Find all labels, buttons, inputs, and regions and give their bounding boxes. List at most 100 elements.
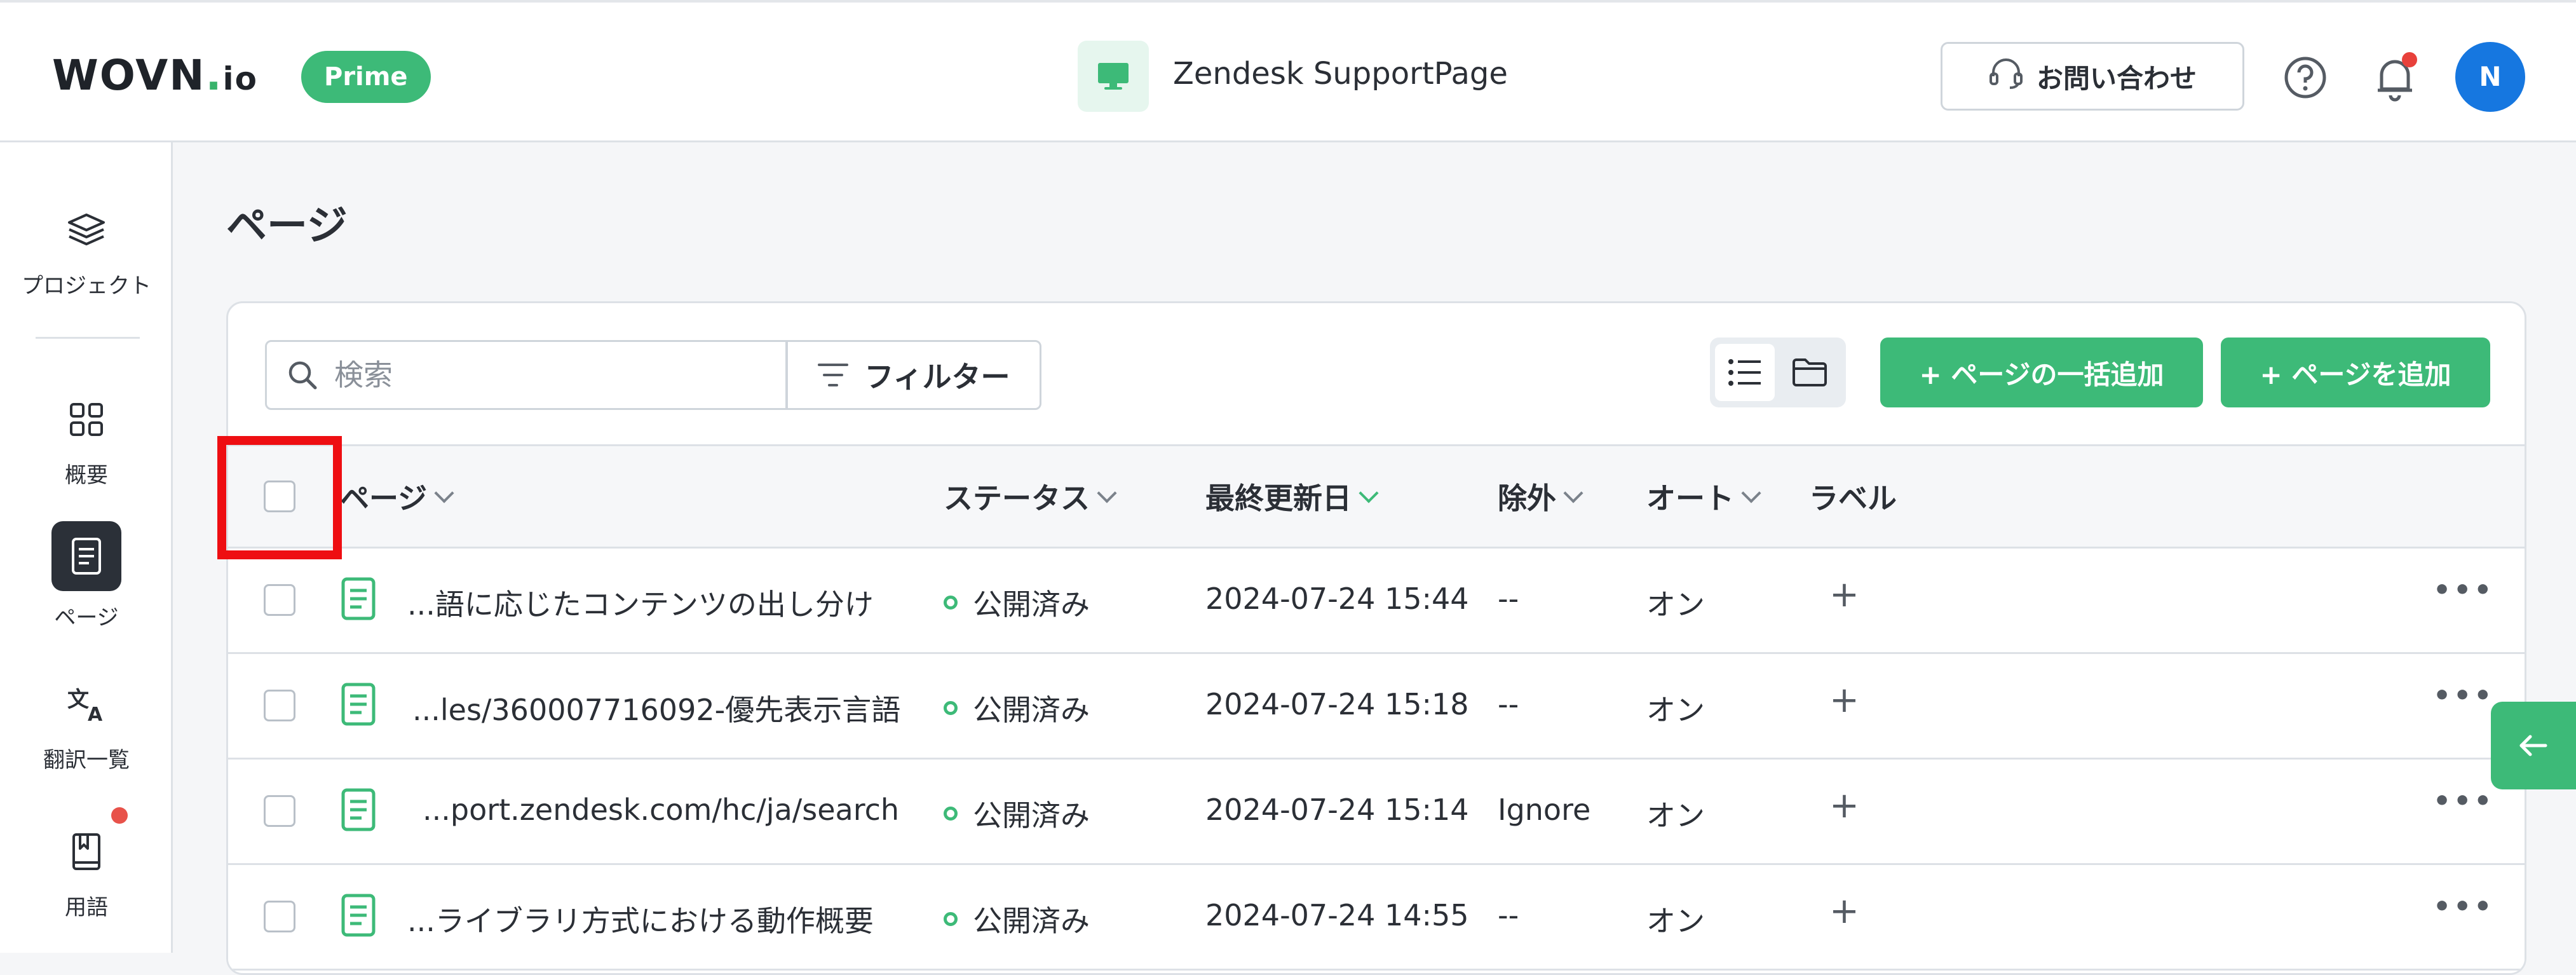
chevron-down-icon xyxy=(434,483,454,503)
sidebar-item-pages[interactable]: ページ xyxy=(0,521,173,631)
status-text: 公開済み xyxy=(973,904,1090,938)
status-cell: 公開済み xyxy=(944,582,1090,624)
auto-value: オン xyxy=(1646,587,1705,622)
status-text: 公開済み xyxy=(973,798,1090,833)
monitor-icon xyxy=(1078,41,1149,112)
column-label: ステータス xyxy=(944,481,1090,515)
logo-text: WOVN xyxy=(52,51,206,100)
sidebar: プロジェクト 概要 ページ 文 A 翻訳一覧 用語 xyxy=(0,142,173,953)
book-icon xyxy=(57,822,116,881)
column-header-auto[interactable]: オート xyxy=(1646,475,1761,517)
add-label-button[interactable]: + xyxy=(1829,785,1859,826)
row-checkbox[interactable] xyxy=(264,795,295,827)
column-header-updated[interactable]: 最終更新日 xyxy=(1205,475,1379,517)
highlight-box xyxy=(217,436,342,559)
logo-suffix: io xyxy=(222,60,259,97)
auto-value: オン xyxy=(1646,693,1705,727)
bulk-add-pages-button[interactable]: + ページの一括追加 xyxy=(1880,338,2203,407)
column-label: オート xyxy=(1646,481,1734,515)
column-header-status[interactable]: ステータス xyxy=(944,475,1117,517)
auto-value: オン xyxy=(1646,904,1705,938)
status-text: 公開済み xyxy=(973,693,1090,727)
add-label-button[interactable]: + xyxy=(1829,679,1859,721)
search-icon xyxy=(286,358,319,392)
view-toggle xyxy=(1710,338,1846,407)
logo-dot: . xyxy=(205,51,223,100)
table-row[interactable]: ...port.zendesk.com/hc/ja/search 公開済み 20… xyxy=(228,760,2525,865)
status-indicator-icon xyxy=(944,912,958,926)
column-label: ラベル xyxy=(1809,481,1897,515)
user-avatar[interactable]: N xyxy=(2455,42,2525,112)
contact-button[interactable]: お問い合わせ xyxy=(1941,42,2244,111)
project-name[interactable]: Zendesk SupportPage xyxy=(1173,56,1508,92)
svg-text:A: A xyxy=(88,704,103,723)
layers-icon xyxy=(57,201,116,259)
add-label-button[interactable]: + xyxy=(1829,890,1859,932)
top-header: WOVN.io Prime Zendesk SupportPage お問い合わせ xyxy=(0,0,2576,142)
search-input[interactable] xyxy=(333,357,742,393)
status-cell: 公開済み xyxy=(944,793,1090,835)
sidebar-item-label: ページ xyxy=(54,605,119,631)
sidebar-item-label: 概要 xyxy=(65,463,108,488)
wovn-logo[interactable]: WOVN.io xyxy=(52,51,258,100)
grid-icon xyxy=(57,390,116,449)
glossary-notification-dot xyxy=(111,807,128,824)
status-cell: 公開済み xyxy=(944,687,1090,729)
table-row[interactable]: ...語に応じたコンテンツの出し分け 公開済み 2024-07-24 15:44… xyxy=(228,549,2525,654)
row-menu-button[interactable]: ••• xyxy=(2433,679,2494,712)
plan-badge: Prime xyxy=(301,51,431,103)
chevron-down-icon xyxy=(1359,483,1379,503)
column-label: 最終更新日 xyxy=(1205,481,1352,515)
help-icon[interactable] xyxy=(2284,56,2327,99)
page-file-icon xyxy=(340,788,377,832)
panel-toggle-button[interactable] xyxy=(2491,702,2576,789)
chevron-down-icon xyxy=(1563,483,1583,503)
page-path[interactable]: ...ライブラリ方式における動作概要 xyxy=(407,898,874,940)
search-box[interactable] xyxy=(265,340,787,410)
row-checkbox[interactable] xyxy=(264,584,295,616)
updated-date: 2024-07-24 14:55 xyxy=(1205,898,1469,932)
table-header: ページ ステータス 最終更新日 除外 オート ラベル xyxy=(228,444,2525,549)
row-menu-button[interactable]: ••• xyxy=(2433,574,2494,606)
column-header-page[interactable]: ページ xyxy=(340,475,454,517)
sidebar-item-label: 翻訳一覧 xyxy=(43,747,130,773)
document-icon xyxy=(51,521,121,591)
add-label-button[interactable]: + xyxy=(1829,574,1859,615)
list-view-icon[interactable] xyxy=(1715,344,1775,401)
status-text: 公開済み xyxy=(973,587,1090,622)
exclude-value: Ignore xyxy=(1498,793,1591,827)
exclude-value: -- xyxy=(1498,582,1519,616)
status-indicator-icon xyxy=(944,807,958,821)
filter-icon xyxy=(817,361,849,389)
row-checkbox[interactable] xyxy=(264,901,295,932)
page-path[interactable]: ...les/360007716092-優先表示言語 xyxy=(412,687,900,729)
svg-text:文: 文 xyxy=(67,687,89,712)
page-file-icon xyxy=(340,893,377,938)
headset-icon xyxy=(1988,57,2024,95)
page-path[interactable]: ...port.zendesk.com/hc/ja/search xyxy=(423,793,899,827)
column-header-label: ラベル xyxy=(1809,475,1897,517)
chevron-down-icon xyxy=(1097,483,1117,503)
page-title: ページ xyxy=(226,203,348,250)
filter-button[interactable]: フィルター xyxy=(786,340,1041,410)
sidebar-item-project[interactable]: プロジェクト xyxy=(0,201,173,299)
sidebar-item-glossary[interactable]: 用語 xyxy=(0,822,173,921)
folder-view-icon[interactable] xyxy=(1780,344,1840,401)
add-page-button[interactable]: + ページを追加 xyxy=(2221,338,2490,407)
notification-dot xyxy=(2402,52,2417,67)
sidebar-item-translations[interactable]: 文 A 翻訳一覧 xyxy=(0,675,173,774)
table-row[interactable]: ...ライブラリ方式における動作概要 公開済み 2024-07-24 14:55… xyxy=(228,865,2525,971)
status-indicator-icon xyxy=(944,596,958,610)
sidebar-item-label: 用語 xyxy=(65,895,108,920)
table-row[interactable]: ...les/360007716092-優先表示言語 公開済み 2024-07-… xyxy=(228,654,2525,760)
row-menu-button[interactable]: ••• xyxy=(2433,785,2494,817)
page-path[interactable]: ...語に応じたコンテンツの出し分け xyxy=(407,582,874,624)
translate-icon: 文 A xyxy=(57,675,116,733)
row-menu-button[interactable]: ••• xyxy=(2433,890,2494,923)
column-label: ページ xyxy=(340,481,428,515)
sidebar-item-overview[interactable]: 概要 xyxy=(0,390,173,489)
row-checkbox[interactable] xyxy=(264,690,295,721)
exclude-value: -- xyxy=(1498,898,1519,932)
column-label: 除外 xyxy=(1498,481,1556,515)
column-header-exclude[interactable]: 除外 xyxy=(1498,475,1583,517)
